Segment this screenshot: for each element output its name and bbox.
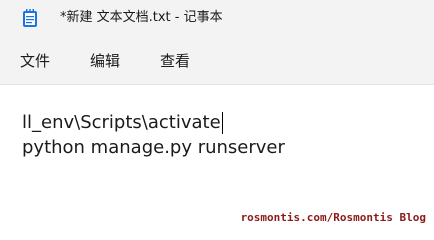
window-title: *新建 文本文档.txt - 记事本 [60, 10, 223, 25]
editor-line-text: python manage.py runserver [22, 137, 285, 158]
editor-line: python manage.py runserver [22, 137, 285, 159]
title-bar[interactable]: *新建 文本文档.txt - 记事本 [0, 0, 434, 36]
menu-bar: 文件 编辑 查看 [0, 36, 434, 85]
notepad-window: *新建 文本文档.txt - 记事本 文件 编辑 查看 ll_env\Scrip… [0, 0, 434, 235]
editor-line: ll_env\Scripts\activate [22, 112, 223, 134]
editor-line-text: ll_env\Scripts\activate [22, 112, 221, 133]
menu-file[interactable]: 文件 [20, 51, 50, 71]
watermark-text: rosmontis.com/Rosmontis Blog [240, 211, 426, 224]
text-caret [221, 112, 223, 134]
notepad-icon [22, 8, 38, 28]
menu-edit[interactable]: 编辑 [90, 51, 120, 71]
text-editor-area[interactable]: ll_env\Scripts\activate python manage.py… [0, 85, 434, 235]
menu-view[interactable]: 查看 [160, 51, 190, 71]
